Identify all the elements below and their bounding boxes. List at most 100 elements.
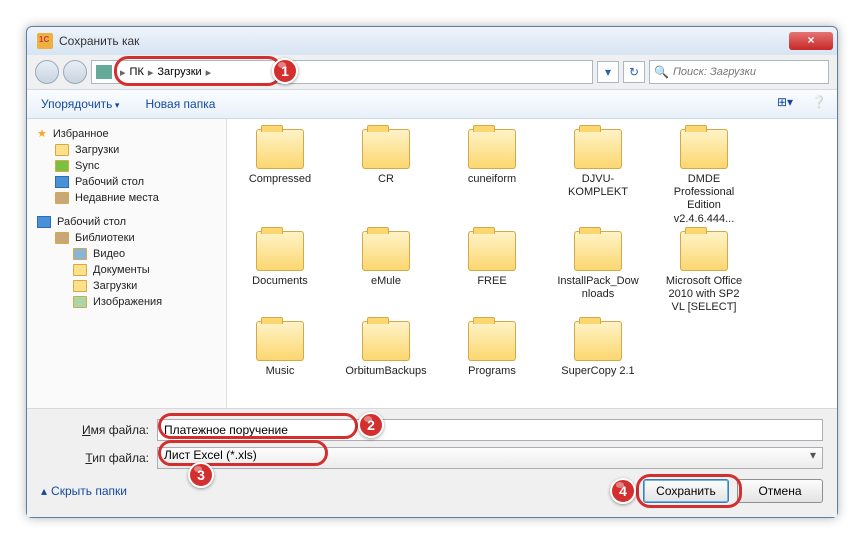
folder-item[interactable]: DMDE Professional Edition v2.4.6.444... — [661, 129, 747, 225]
folder-item[interactable]: eMule — [343, 231, 429, 315]
bottom-panel: Имя файла: Тип файла: Лист Excel (*.xls)… — [27, 408, 837, 517]
desktop-icon — [37, 216, 51, 228]
video-icon — [73, 248, 87, 260]
sidebar: ★Избранное Загрузки Sync Рабочий стол Не… — [27, 119, 227, 408]
breadcrumb-sep: ▸ — [148, 66, 154, 79]
filetype-dropdown[interactable]: Лист Excel (*.xls) — [157, 447, 823, 469]
star-icon: ★ — [37, 127, 47, 140]
sidebar-favorites[interactable]: ★Избранное — [27, 125, 226, 142]
breadcrumb-root[interactable]: ПК — [130, 66, 144, 78]
folder-item[interactable]: Programs — [449, 321, 535, 378]
filetype-label: Тип файла: — [41, 451, 157, 465]
folder-icon — [574, 321, 622, 361]
folder-icon — [256, 129, 304, 169]
computer-icon — [96, 65, 112, 79]
address-bar[interactable]: ▸ ПК ▸ Загрузки ▸ — [91, 60, 593, 84]
folder-label: eMule — [343, 275, 429, 288]
search-input[interactable] — [673, 66, 824, 78]
folder-item[interactable]: CR — [343, 129, 429, 225]
folder-icon — [55, 144, 69, 156]
new-folder-button[interactable]: Новая папка — [137, 94, 223, 114]
folder-item[interactable]: Documents — [237, 231, 323, 315]
folder-item[interactable]: cuneiform — [449, 129, 535, 225]
refresh-button[interactable]: ↻ — [623, 61, 645, 83]
folder-label: Programs — [449, 365, 535, 378]
sidebar-item[interactable]: Документы — [27, 262, 226, 278]
folder-label: CR — [343, 173, 429, 186]
titlebar: Сохранить как × — [27, 27, 837, 55]
filename-input[interactable] — [157, 419, 823, 441]
breadcrumb-folder[interactable]: Загрузки — [157, 66, 201, 78]
folder-label: Music — [237, 365, 323, 378]
view-button[interactable]: ⊞▾ — [773, 94, 797, 114]
folder-item[interactable]: DJVU-KOMPLEKT — [555, 129, 641, 225]
sidebar-item[interactable]: Загрузки — [27, 142, 226, 158]
sidebar-item[interactable]: Видео — [27, 246, 226, 262]
folder-item[interactable]: InstallPack_Downloads — [555, 231, 641, 315]
nav-back-button[interactable] — [35, 60, 59, 84]
toolbar: Упорядочить Новая папка ⊞▾ ❔ — [27, 89, 837, 119]
sidebar-item[interactable]: Загрузки — [27, 278, 226, 294]
filename-label: Имя файла: — [41, 423, 157, 437]
sidebar-item[interactable]: Изображения — [27, 294, 226, 310]
sidebar-libraries[interactable]: Библиотеки — [27, 230, 226, 246]
folder-label: InstallPack_Downloads — [555, 275, 641, 301]
folder-icon — [73, 280, 87, 292]
search-box[interactable]: 🔍 — [649, 60, 829, 84]
folder-label: DJVU-KOMPLEKT — [555, 173, 641, 199]
app-icon — [37, 33, 53, 49]
sidebar-desktop[interactable]: Рабочий стол — [27, 214, 226, 230]
folder-icon — [256, 321, 304, 361]
folder-icon — [55, 160, 69, 172]
folder-label: DMDE Professional Edition v2.4.6.444... — [661, 173, 747, 225]
save-button[interactable]: Сохранить — [643, 479, 729, 503]
folder-label: cuneiform — [449, 173, 535, 186]
close-button[interactable]: × — [789, 32, 833, 50]
navbar: ▸ ПК ▸ Загрузки ▸ ▾ ↻ 🔍 — [27, 55, 837, 89]
desktop-icon — [55, 176, 69, 188]
address-dropdown[interactable]: ▾ — [597, 61, 619, 83]
folder-icon — [362, 231, 410, 271]
folder-item[interactable]: Compressed — [237, 129, 323, 225]
folder-item[interactable]: Microsoft Office 2010 with SP2 VL [SELEC… — [661, 231, 747, 315]
folder-label: Documents — [237, 275, 323, 288]
organize-button[interactable]: Упорядочить — [33, 94, 127, 114]
window-title: Сохранить как — [59, 34, 789, 48]
folder-item[interactable]: OrbitumBackups — [343, 321, 429, 378]
library-icon — [55, 232, 69, 244]
folder-label: Compressed — [237, 173, 323, 186]
images-icon — [73, 296, 87, 308]
folder-icon — [468, 231, 516, 271]
folder-icon — [468, 321, 516, 361]
folder-icon — [468, 129, 516, 169]
folder-label: OrbitumBackups — [343, 365, 429, 378]
help-button[interactable]: ❔ — [807, 94, 831, 114]
search-icon: 🔍 — [654, 65, 669, 79]
recent-icon — [55, 192, 69, 204]
folder-item[interactable]: FREE — [449, 231, 535, 315]
breadcrumb-sep: ▸ — [120, 66, 126, 79]
folder-icon — [574, 129, 622, 169]
folder-icon — [574, 231, 622, 271]
folder-icon — [362, 321, 410, 361]
folder-icon — [362, 129, 410, 169]
dialog-body: ★Избранное Загрузки Sync Рабочий стол Не… — [27, 119, 837, 408]
docs-icon — [73, 264, 87, 276]
folder-item[interactable]: SuperCopy 2.1 — [555, 321, 641, 378]
sidebar-item[interactable]: Рабочий стол — [27, 174, 226, 190]
save-as-dialog: Сохранить как × ▸ ПК ▸ Загрузки ▸ ▾ ↻ 🔍 … — [26, 26, 838, 518]
folder-label: SuperCopy 2.1 — [555, 365, 641, 378]
nav-forward-button[interactable] — [63, 60, 87, 84]
sidebar-item[interactable]: Sync — [27, 158, 226, 174]
folder-item[interactable]: Music — [237, 321, 323, 378]
hide-folders-link[interactable]: Скрыть папки — [41, 484, 127, 498]
file-list[interactable]: Compressed CR cuneiform DJVU-KOMPLEKT DMDE P… — [227, 119, 837, 408]
breadcrumb-sep: ▸ — [206, 66, 212, 79]
folder-icon — [680, 231, 728, 271]
folder-icon — [256, 231, 304, 271]
folder-icon — [680, 129, 728, 169]
cancel-button[interactable]: Отмена — [737, 479, 823, 503]
folder-label: FREE — [449, 275, 535, 288]
sidebar-item[interactable]: Недавние места — [27, 190, 226, 206]
folder-label: Microsoft Office 2010 with SP2 VL [SELEC… — [661, 275, 747, 315]
